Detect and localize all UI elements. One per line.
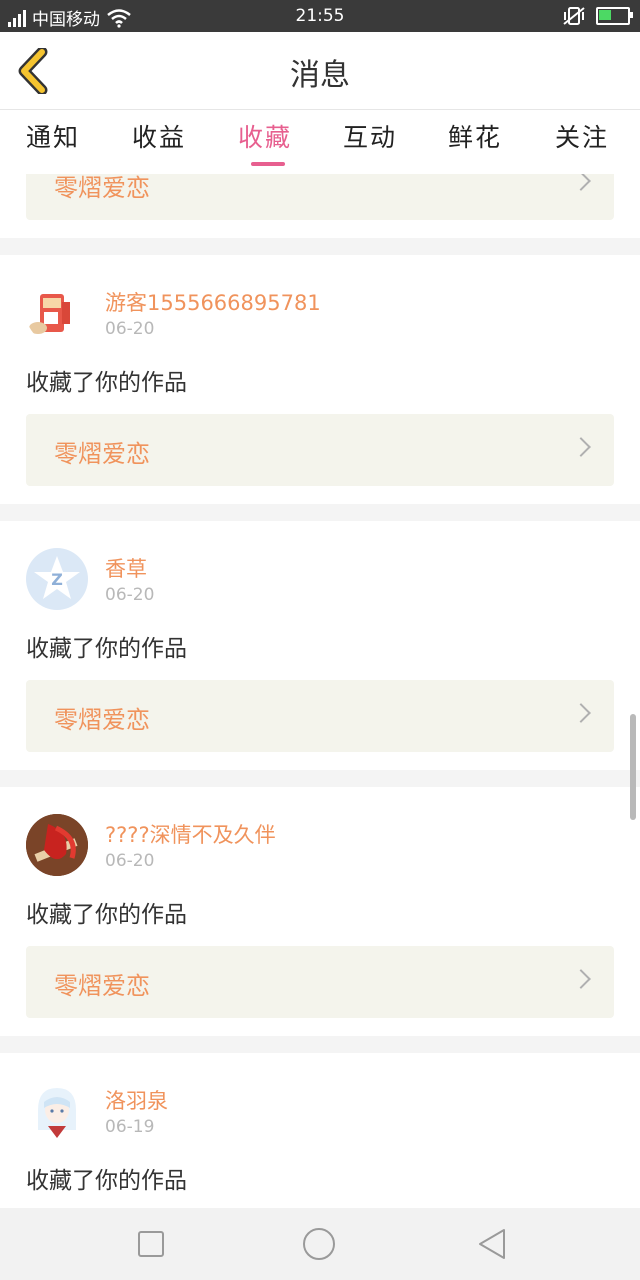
triangle-back-icon [479, 1229, 505, 1259]
username[interactable]: 香草 [105, 553, 147, 583]
work-title: 零熠爱恋 [54, 174, 150, 202]
avatar[interactable] [26, 1080, 88, 1142]
work-link[interactable]: 零熠爱恋 [26, 680, 614, 752]
username[interactable]: ????深情不及久伴 [105, 819, 276, 849]
action-text: 收藏了你的作品 [26, 1168, 187, 1194]
system-nav-bar [0, 1208, 640, 1280]
circle-icon [303, 1228, 335, 1260]
action-text: 收藏了你的作品 [26, 370, 187, 396]
work-link[interactable]: 零熠爱恋 [26, 946, 614, 1018]
timestamp: 06-19 [105, 1117, 155, 1137]
list-item: 洛羽泉 06-19 收藏了你的作品 [0, 1053, 640, 1208]
app-header: 消息 [0, 32, 640, 110]
status-bar: 中国移动 21:55 [0, 0, 640, 32]
avatar[interactable] [26, 282, 88, 344]
status-right [562, 6, 633, 26]
list-item: 零熠爱恋 [0, 174, 640, 238]
username[interactable]: 游客1555666895781 [105, 287, 321, 317]
list-item: ????深情不及久伴 06-20 收藏了你的作品 零熠爱恋 [0, 787, 640, 1036]
ribbon-avatar-icon [26, 814, 88, 876]
avatar[interactable]: Z [26, 548, 88, 610]
work-title: 零熠爱恋 [54, 706, 150, 734]
tab-bar: 通知 收益 收藏 互动 鲜花 关注 [0, 110, 640, 174]
tab-favorites[interactable]: 收藏 [238, 118, 292, 154]
work-title: 零熠爱恋 [54, 972, 150, 1000]
chevron-right-icon [571, 703, 591, 723]
vibrate-icon [563, 7, 585, 25]
chevron-right-icon [571, 969, 591, 989]
tab-notifications[interactable]: 通知 [26, 118, 80, 154]
action-text: 收藏了你的作品 [26, 902, 187, 928]
list-item: 游客1555666895781 06-20 收藏了你的作品 零熠爱恋 [0, 255, 640, 504]
work-title: 零熠爱恋 [54, 440, 150, 468]
clock: 21:55 [295, 6, 345, 26]
tab-flowers[interactable]: 鲜花 [448, 118, 502, 154]
milk-carton-avatar-icon [29, 294, 70, 334]
star-avatar-icon: Z [34, 556, 80, 599]
tab-following[interactable]: 关注 [555, 118, 609, 154]
svg-text:Z: Z [51, 570, 63, 589]
work-link[interactable]: 零熠爱恋 [26, 174, 614, 220]
work-link[interactable]: 零熠爱恋 [26, 414, 614, 486]
back-nav-button[interactable] [477, 1228, 507, 1264]
timestamp: 06-20 [105, 851, 155, 871]
anime-girl-avatar-icon [38, 1088, 76, 1138]
tab-earnings[interactable]: 收益 [132, 118, 186, 154]
scrollbar[interactable] [630, 714, 636, 820]
action-text: 收藏了你的作品 [26, 636, 187, 662]
avatar[interactable] [26, 814, 88, 876]
chevron-right-icon [571, 437, 591, 457]
battery-icon [596, 7, 633, 25]
timestamp: 06-20 [105, 319, 155, 339]
home-button[interactable] [302, 1227, 336, 1265]
active-tab-indicator [251, 162, 285, 166]
page-title: 消息 [290, 58, 350, 93]
square-icon [138, 1231, 164, 1257]
chevron-right-icon [571, 174, 591, 191]
message-feed: 零熠爱恋 游客1555666895781 06-20 收藏了你的作品 零熠爱恋 [0, 174, 640, 1208]
tab-interactions[interactable]: 互动 [343, 118, 397, 154]
recent-apps-button[interactable] [137, 1230, 165, 1262]
timestamp: 06-20 [105, 585, 155, 605]
list-item: Z 香草 06-20 收藏了你的作品 零熠爱恋 [0, 521, 640, 770]
username[interactable]: 洛羽泉 [105, 1085, 168, 1115]
